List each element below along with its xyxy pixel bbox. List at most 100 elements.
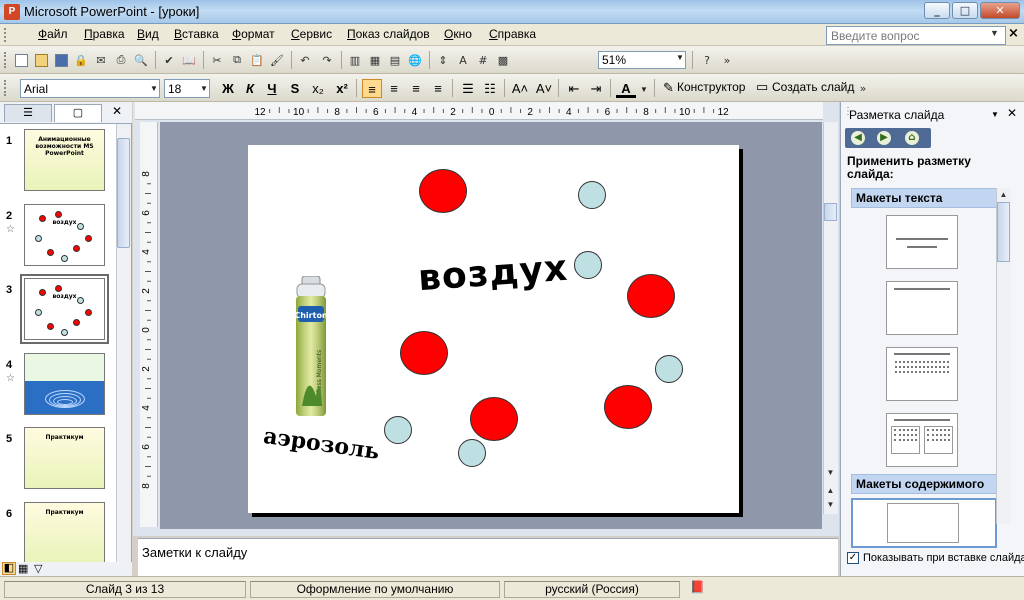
- wordart-air[interactable]: воздух: [417, 248, 570, 299]
- scroll-down-icon[interactable]: ▼: [824, 468, 837, 481]
- maximize-button[interactable]: □: [952, 2, 978, 19]
- slide-thumbnail[interactable]: [24, 353, 105, 415]
- red-circle[interactable]: [470, 397, 518, 441]
- notes-placeholder[interactable]: Заметки к слайду: [142, 545, 247, 560]
- toolbar-options-icon[interactable]: »: [854, 79, 872, 97]
- powerpoint-icon[interactable]: P: [4, 4, 20, 20]
- help-search-input[interactable]: Введите вопрос: [826, 26, 1006, 45]
- zoom-select[interactable]: 51%: [598, 51, 686, 69]
- chevron-down-icon[interactable]: ▼: [676, 53, 684, 62]
- slide-thumbnail[interactable]: Анимационные возможности MS PowerPoint: [24, 129, 105, 191]
- menu-format[interactable]: Формат: [229, 27, 278, 41]
- spelling-status-icon[interactable]: 📕: [690, 580, 705, 594]
- print-preview-icon[interactable]: 🔍: [132, 51, 150, 69]
- toolbar-grip[interactable]: [4, 80, 7, 96]
- wordart-aerosol[interactable]: аэрозоль: [262, 423, 381, 465]
- permission-icon[interactable]: 🔒: [72, 51, 90, 69]
- close-icon[interactable]: ✕: [1007, 106, 1017, 120]
- next-slide-icon[interactable]: ▼: [824, 500, 837, 513]
- menu-edit[interactable]: Правка: [81, 27, 128, 41]
- status-language[interactable]: русский (Россия): [504, 581, 680, 598]
- help-icon[interactable]: ?: [698, 51, 716, 69]
- scrollbar-thumb[interactable]: [997, 202, 1010, 262]
- red-circle[interactable]: [400, 331, 448, 375]
- chevron-down-icon[interactable]: ▼: [990, 28, 999, 38]
- paste-icon[interactable]: 📋: [248, 51, 266, 69]
- underline-button[interactable]: Ч: [262, 79, 282, 98]
- superscript-button[interactable]: x²: [332, 79, 352, 98]
- decrease-indent-icon[interactable]: ⇤: [564, 79, 584, 98]
- close-button[interactable]: ✕: [980, 2, 1020, 19]
- notes-pane[interactable]: Заметки к слайду: [138, 538, 838, 576]
- increase-indent-icon[interactable]: ⇥: [586, 79, 606, 98]
- main-scrollbar[interactable]: [823, 122, 838, 514]
- hyperlink-icon[interactable]: 🌐: [406, 51, 424, 69]
- blue-circle[interactable]: [574, 251, 602, 279]
- back-icon[interactable]: ◀: [851, 131, 865, 145]
- close-icon[interactable]: ✕: [112, 104, 122, 118]
- menu-view[interactable]: Вид: [134, 27, 162, 41]
- align-left-button[interactable]: ≡: [362, 79, 382, 98]
- chevron-down-icon[interactable]: ▼: [640, 85, 648, 94]
- blue-circle[interactable]: [655, 355, 683, 383]
- bold-button[interactable]: Ж: [218, 79, 238, 98]
- layout-two-columns[interactable]: [886, 413, 958, 467]
- bullets-icon[interactable]: ☷: [480, 79, 500, 98]
- align-right-button[interactable]: ≡: [428, 79, 448, 98]
- menu-slideshow[interactable]: Показ слайдов: [344, 27, 433, 41]
- scroll-up-icon[interactable]: ▲: [997, 190, 1010, 203]
- menu-insert[interactable]: Вставка: [171, 27, 222, 41]
- save-icon[interactable]: [52, 51, 70, 69]
- cut-icon[interactable]: ✂: [208, 51, 226, 69]
- chevron-down-icon[interactable]: ▼: [150, 84, 158, 93]
- new-slide-icon[interactable]: ▭: [756, 79, 768, 95]
- color-grayscale-icon[interactable]: ▩: [494, 51, 512, 69]
- font-color-button[interactable]: A: [616, 79, 636, 98]
- chart-icon[interactable]: ▥: [346, 51, 364, 69]
- blue-circle[interactable]: [384, 416, 412, 444]
- previous-slide-icon[interactable]: ▲: [824, 486, 837, 499]
- design-icon[interactable]: ✎: [663, 80, 674, 96]
- home-icon[interactable]: ⌂: [905, 131, 919, 145]
- forward-icon[interactable]: ▶: [877, 131, 891, 145]
- research-icon[interactable]: 📖: [180, 51, 198, 69]
- normal-view-icon[interactable]: ◧: [2, 562, 16, 575]
- formatting-marks-icon[interactable]: A: [454, 51, 472, 69]
- decrease-font-icon[interactable]: A˅: [534, 79, 554, 98]
- numbering-icon[interactable]: ☰: [458, 79, 478, 98]
- slide-thumbnail[interactable]: Практикум: [24, 427, 105, 489]
- scrollbar-thumb[interactable]: [117, 138, 130, 248]
- red-circle[interactable]: [604, 385, 652, 429]
- new-slide-button[interactable]: Создать слайд: [772, 80, 854, 94]
- blue-circle[interactable]: [578, 181, 606, 209]
- format-painter-icon[interactable]: 🖌: [268, 51, 286, 69]
- table-icon[interactable]: ▦: [366, 51, 384, 69]
- increase-font-icon[interactable]: A˄: [510, 79, 530, 98]
- layout-title-slide[interactable]: [886, 215, 958, 269]
- grid-icon[interactable]: #: [474, 51, 492, 69]
- slide-thumbnail[interactable]: Практикум: [24, 502, 105, 564]
- tab-slides[interactable]: ▢: [54, 104, 102, 122]
- tab-outline[interactable]: ☰: [4, 104, 52, 122]
- layout-title-text[interactable]: [886, 347, 958, 401]
- undo-icon[interactable]: ↶: [296, 51, 314, 69]
- layout-title-only[interactable]: [886, 281, 958, 335]
- print-icon[interactable]: ⎙: [112, 51, 130, 69]
- show-on-insert-checkbox[interactable]: ✓: [847, 552, 859, 564]
- align-justify-button[interactable]: ≡: [406, 79, 426, 98]
- new-document-icon[interactable]: [12, 51, 30, 69]
- document-close-button[interactable]: ×: [1008, 26, 1019, 41]
- aerosol-can-image[interactable]: Chirton Endless Moments: [294, 276, 328, 418]
- spelling-icon[interactable]: ✔: [160, 51, 178, 69]
- status-design[interactable]: Оформление по умолчанию: [250, 581, 500, 598]
- italic-button[interactable]: К: [240, 79, 260, 98]
- red-circle[interactable]: [419, 169, 467, 213]
- minimize-button[interactable]: _: [924, 2, 950, 19]
- chevron-down-icon[interactable]: ▼: [991, 110, 999, 119]
- slide-thumbnail[interactable]: воздух: [24, 278, 105, 340]
- blue-circle[interactable]: [458, 439, 486, 467]
- menu-window[interactable]: Окно: [441, 27, 475, 41]
- menu-grip[interactable]: [4, 28, 7, 42]
- chevron-down-icon[interactable]: ▼: [200, 84, 208, 93]
- design-button[interactable]: Конструктор: [677, 80, 745, 94]
